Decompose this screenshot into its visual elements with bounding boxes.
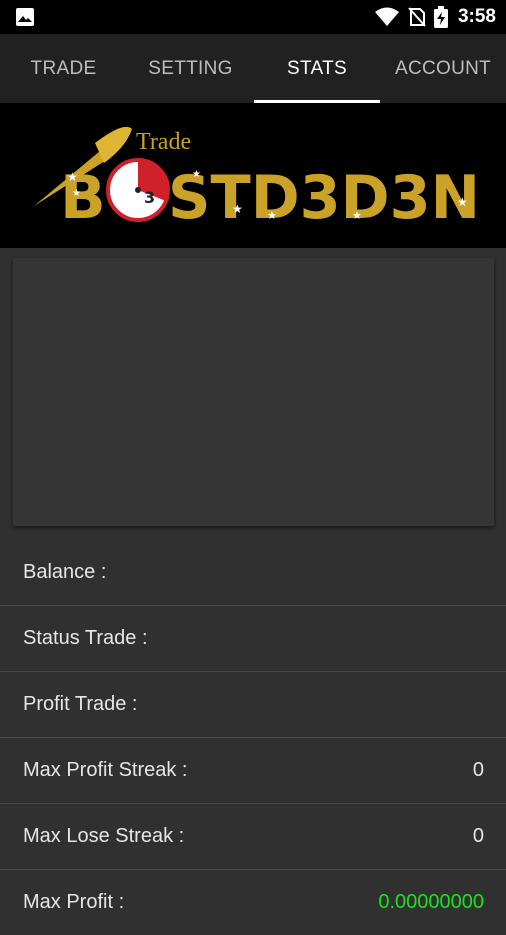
stat-label: Balance :: [23, 560, 107, 583]
svg-text:★: ★: [352, 210, 362, 222]
svg-text:★: ★: [192, 169, 201, 180]
content-card: [13, 258, 494, 526]
clock: 3:58: [457, 6, 496, 27]
svg-text:★: ★: [72, 188, 81, 199]
stat-label: Max Profit :: [23, 891, 125, 913]
image-icon: [16, 8, 34, 26]
svg-text:3: 3: [144, 188, 155, 207]
stat-balance: Balance :: [0, 539, 506, 605]
wifi-icon: [374, 7, 399, 26]
tab-trade[interactable]: TRADE: [0, 34, 127, 103]
no-sim-icon: [408, 7, 426, 27]
logo: Trade B 3 STD3D3N ★ ★ ★ ★ ★ ★ ★: [34, 126, 480, 233]
stat-label: Max Profit Streak :: [23, 759, 188, 781]
svg-text:Trade: Trade: [136, 129, 191, 155]
svg-text:★: ★: [67, 170, 78, 184]
stat-profit-trade: Profit Trade :: [0, 671, 506, 737]
svg-text:★: ★: [457, 195, 468, 209]
stat-max-profit-streak: Max Profit Streak : 0: [0, 737, 506, 803]
timer-icon: 3: [106, 158, 170, 222]
tab-stats[interactable]: STATS: [254, 34, 380, 103]
stat-max-profit: Max Profit : 0.00000000: [0, 869, 506, 935]
stat-status-trade: Status Trade :: [0, 605, 506, 671]
battery-charging-icon: [433, 6, 448, 28]
status-bar: 3:58: [0, 0, 506, 34]
svg-text:★: ★: [267, 210, 277, 222]
stat-label: Profit Trade :: [23, 693, 138, 715]
stat-value: 0: [472, 825, 484, 847]
svg-text:★: ★: [232, 202, 243, 216]
svg-text:STD3D3N: STD3D3N: [168, 163, 480, 233]
stats-list: Balance : Status Trade : Profit Trade : …: [0, 539, 506, 935]
tab-account[interactable]: ACCOUNT: [380, 34, 506, 103]
stat-value: 0: [472, 759, 484, 781]
tab-bar: TRADE SETTING STATS ACCOUNT: [0, 34, 506, 103]
stat-max-lose-streak: Max Lose Streak : 0: [0, 803, 506, 869]
banner: Trade B 3 STD3D3N ★ ★ ★ ★ ★ ★ ★: [0, 103, 506, 248]
stat-value: 0.00000000: [378, 891, 484, 913]
tab-setting[interactable]: SETTING: [127, 34, 254, 103]
stat-label: Max Lose Streak :: [23, 825, 185, 847]
stat-label: Status Trade :: [23, 627, 148, 649]
